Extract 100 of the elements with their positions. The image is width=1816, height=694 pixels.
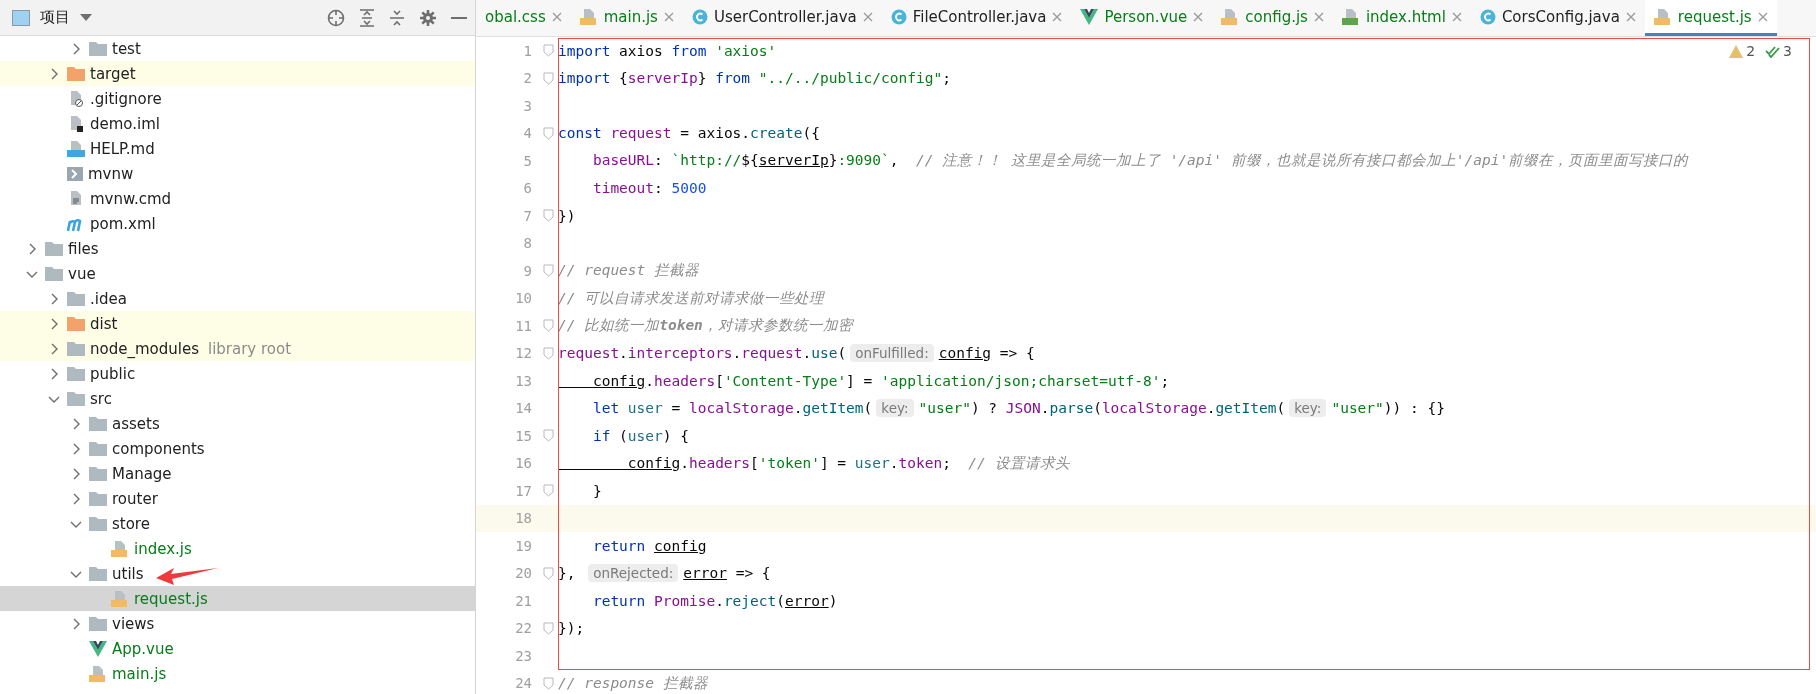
editor-tab[interactable]: main.js bbox=[570, 0, 683, 36]
file-name: components bbox=[112, 439, 205, 458]
close-icon[interactable] bbox=[1625, 11, 1636, 22]
file-name: target bbox=[90, 64, 136, 83]
line-number: 9 bbox=[523, 262, 532, 279]
fold-marker-icon[interactable] bbox=[543, 209, 554, 222]
fold-marker-icon[interactable] bbox=[543, 264, 554, 277]
fold-marker-icon[interactable] bbox=[543, 71, 554, 85]
tree-item[interactable]: views bbox=[0, 611, 475, 636]
code-text: "user") ? JSON.parse(localStorage.getItem( bbox=[918, 400, 1286, 417]
tree-item[interactable]: target bbox=[0, 61, 475, 86]
code-text: if (user) { bbox=[591, 427, 689, 444]
editor-tab[interactable]: request.js bbox=[1644, 0, 1777, 36]
close-icon[interactable] bbox=[663, 11, 674, 22]
file-name: index.js bbox=[134, 539, 192, 558]
tree-item[interactable]: dist bbox=[0, 311, 475, 336]
line-number: 22 bbox=[515, 620, 532, 637]
folder-icon bbox=[89, 416, 107, 431]
terminal-icon bbox=[67, 166, 83, 181]
fold-marker-icon[interactable] bbox=[543, 346, 554, 360]
editor-tab[interactable]: obal.css bbox=[476, 0, 571, 36]
tree-item[interactable]: request.js bbox=[0, 586, 475, 611]
code-text: // 比如统一加token，对请求参数统一加密 bbox=[558, 316, 853, 336]
code-text: "user")) : {} bbox=[1331, 400, 1445, 417]
tree-item[interactable]: .idea bbox=[0, 286, 475, 311]
tree-item[interactable]: Manage bbox=[0, 461, 475, 486]
fold-marker-icon[interactable] bbox=[543, 621, 554, 635]
line-number: 8 bbox=[523, 235, 532, 252]
fold-marker-icon[interactable] bbox=[543, 126, 554, 140]
editor-tab[interactable]: UserController.java bbox=[682, 0, 882, 36]
tree-item[interactable]: pom.xml bbox=[0, 211, 475, 236]
fold-marker-icon[interactable] bbox=[543, 566, 554, 580]
close-icon[interactable] bbox=[1757, 11, 1768, 22]
fold-marker-icon[interactable] bbox=[543, 484, 554, 497]
minimize-icon[interactable] bbox=[451, 15, 467, 20]
close-icon[interactable] bbox=[1193, 11, 1204, 22]
tree-item[interactable]: test bbox=[0, 36, 475, 61]
editor-tab[interactable]: CorsConfig.java bbox=[1470, 0, 1645, 36]
tree-item[interactable]: node_modules library root bbox=[0, 336, 475, 361]
editor-tab[interactable]: index.html bbox=[1332, 0, 1471, 36]
tree-item[interactable]: HELP.md bbox=[0, 136, 475, 161]
file-name: .gitignore bbox=[90, 89, 162, 108]
parameter-hint: onFulfilled: bbox=[850, 344, 934, 363]
code-text: config.headers['token'] = user.token; // 设置请求头 bbox=[626, 453, 1070, 473]
settings-icon[interactable] bbox=[419, 8, 437, 27]
code-text: const request = axios.create({ bbox=[558, 125, 820, 142]
fold-marker-icon[interactable] bbox=[543, 319, 554, 332]
code-text: import axios from 'axios' bbox=[558, 42, 777, 59]
tree-item[interactable]: vue bbox=[0, 261, 475, 286]
panel-title[interactable]: 项目 bbox=[40, 8, 70, 27]
crosshair-icon[interactable] bbox=[327, 8, 345, 27]
close-icon[interactable] bbox=[1313, 11, 1324, 22]
line-number: 4 bbox=[523, 125, 532, 142]
tree-item[interactable]: utils bbox=[0, 561, 475, 586]
tree-item[interactable]: assets bbox=[0, 411, 475, 436]
close-icon[interactable] bbox=[862, 11, 873, 22]
code-text: // request 拦截器 bbox=[558, 261, 700, 281]
tree-item[interactable]: mvnw bbox=[0, 161, 475, 186]
fold-marker-icon[interactable] bbox=[543, 44, 554, 57]
fold-marker-icon[interactable] bbox=[543, 676, 554, 690]
close-icon[interactable] bbox=[1052, 11, 1063, 22]
line-number: 16 bbox=[515, 455, 532, 472]
file-name: router bbox=[112, 489, 158, 508]
line-number: 23 bbox=[515, 647, 532, 664]
file-name: src bbox=[90, 389, 112, 408]
fold-marker-icon[interactable] bbox=[543, 429, 554, 442]
circle-icon bbox=[691, 8, 708, 25]
code-text: error => { bbox=[683, 565, 771, 582]
editor-tab[interactable]: Person.vue bbox=[1071, 0, 1213, 36]
tree-item[interactable]: src bbox=[0, 386, 475, 411]
tree-item[interactable]: mvnw.cmd bbox=[0, 186, 475, 211]
tree-item[interactable]: public bbox=[0, 361, 475, 386]
tree-item[interactable]: .gitignore bbox=[0, 86, 475, 111]
warning-count[interactable]: 2 bbox=[1746, 43, 1756, 59]
file-name: mvnw.cmd bbox=[90, 189, 172, 208]
close-icon[interactable] bbox=[551, 11, 562, 22]
file-icon bbox=[1653, 7, 1672, 26]
file-name: mvnw bbox=[88, 164, 134, 183]
circle-icon bbox=[890, 8, 907, 25]
close-icon[interactable] bbox=[1451, 11, 1462, 22]
editor-tab[interactable]: config.js bbox=[1212, 0, 1333, 36]
expand-all-icon[interactable] bbox=[359, 8, 375, 27]
tree-item[interactable]: main.js bbox=[0, 661, 475, 686]
tree-item[interactable]: demo.iml bbox=[0, 111, 475, 136]
tree-item[interactable]: components bbox=[0, 436, 475, 461]
code-text: return config bbox=[591, 537, 707, 554]
tree-item[interactable]: App.vue bbox=[0, 636, 475, 661]
tree-item[interactable]: store bbox=[0, 511, 475, 536]
collapse-all-icon[interactable] bbox=[389, 8, 405, 27]
code-text: baseURL: `http://${serverIp}:9090`, // 注意！！ 这里是全局统一加上了 '/api' 前缀，也就是说所有接口都会加上'/api'前缀在，页面里面写接口的 bbox=[591, 151, 1689, 171]
editor-tab[interactable]: FileController.java bbox=[881, 0, 1072, 36]
dropdown-icon[interactable] bbox=[80, 14, 92, 21]
file-name: Manage bbox=[112, 464, 172, 483]
tree-item[interactable]: files bbox=[0, 236, 475, 261]
tree-item[interactable]: index.js bbox=[0, 536, 475, 561]
parameter-hint: key: bbox=[876, 399, 914, 418]
check-count[interactable]: 3 bbox=[1783, 43, 1792, 59]
double-check-icon[interactable] bbox=[1765, 44, 1781, 58]
code-text: // 可以自请求发送前对请求做一些处理 bbox=[558, 288, 825, 308]
tree-item[interactable]: router bbox=[0, 486, 475, 511]
